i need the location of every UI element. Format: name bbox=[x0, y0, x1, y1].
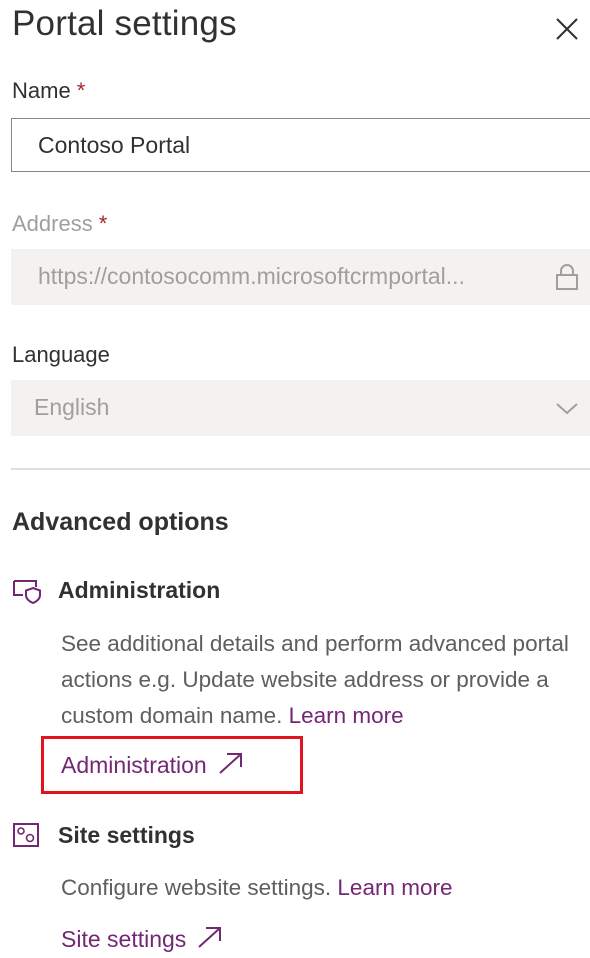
language-dropdown[interactable]: English bbox=[11, 380, 590, 436]
site-settings-title: Site settings bbox=[58, 822, 195, 848]
address-label: Address * bbox=[12, 211, 107, 237]
site-settings-link-label: Site settings bbox=[61, 926, 187, 952]
name-input[interactable]: Contoso Portal bbox=[11, 118, 590, 172]
language-value: English bbox=[34, 394, 110, 420]
address-field: https://contosocomm.microsoftcrmportal..… bbox=[11, 249, 590, 305]
required-asterisk: * bbox=[76, 78, 86, 103]
site-settings-icon bbox=[13, 823, 39, 847]
site-settings-description: Configure website settings. Learn more bbox=[61, 870, 590, 906]
highlight-box bbox=[41, 736, 303, 794]
admin-shield-icon bbox=[13, 580, 41, 604]
chevron-down-icon bbox=[556, 403, 578, 415]
advanced-options-heading: Advanced options bbox=[12, 508, 229, 536]
administration-description: See additional details and perform advan… bbox=[61, 626, 590, 734]
name-label-text: Name bbox=[12, 78, 71, 103]
required-asterisk: * bbox=[98, 211, 108, 236]
address-label-text: Address bbox=[12, 211, 93, 236]
external-arrow-icon bbox=[198, 927, 222, 948]
panel-title: Portal settings bbox=[12, 4, 237, 43]
lock-icon bbox=[556, 264, 578, 290]
language-label: Language bbox=[12, 342, 110, 367]
administration-learn-more-link[interactable]: Learn more bbox=[289, 703, 404, 728]
close-icon[interactable] bbox=[552, 14, 582, 44]
name-label: Name * bbox=[12, 78, 85, 104]
portal-settings-panel: Portal settings Name * Contoso Portal Add… bbox=[0, 0, 590, 958]
site-settings-learn-more-link[interactable]: Learn more bbox=[337, 875, 452, 900]
administration-title: Administration bbox=[58, 577, 221, 603]
section-divider bbox=[11, 468, 590, 470]
site-settings-description-text: Configure website settings. bbox=[61, 875, 332, 900]
address-value: https://contosocomm.microsoftcrmportal..… bbox=[38, 263, 465, 289]
site-settings-link[interactable]: Site settings bbox=[61, 925, 224, 953]
